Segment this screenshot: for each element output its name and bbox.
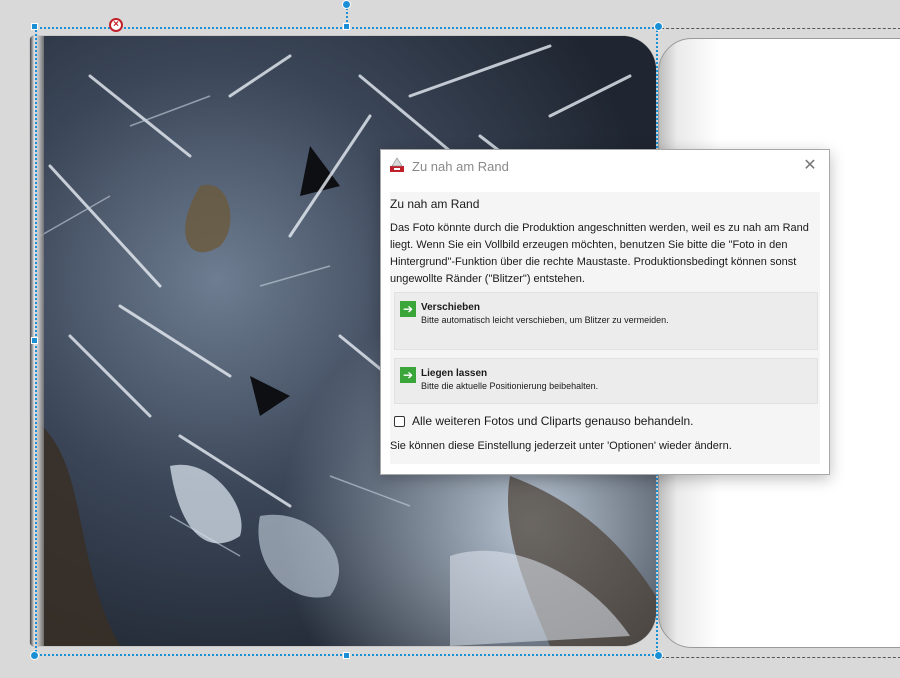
apply-all-label[interactable]: Alle weiteren Fotos und Cliparts genauso… <box>412 414 694 428</box>
apply-all-row[interactable]: Alle weiteren Fotos und Cliparts genauso… <box>394 414 694 428</box>
resize-handle-bottom-right[interactable] <box>654 651 663 660</box>
dialog-message: Das Foto könnte durch die Produktion ang… <box>390 222 809 285</box>
option-title: Liegen lassen <box>421 368 488 379</box>
delete-icon[interactable]: × <box>109 18 123 32</box>
option-title: Verschieben <box>421 302 480 313</box>
dialog-title: Zu nah am Rand <box>412 159 509 174</box>
close-icon[interactable]: ✕ <box>799 155 821 177</box>
footer-note: Sie können diese Einstellung jederzeit u… <box>390 440 732 452</box>
app-icon <box>390 157 404 172</box>
resize-handle-top[interactable] <box>343 23 350 30</box>
green-arrow-icon: ➔ <box>400 301 416 317</box>
option-verschieben[interactable]: ➔ Verschieben Bitte automatisch leicht v… <box>394 292 818 350</box>
resize-handle-bottom[interactable] <box>343 652 350 659</box>
option-liegen-lassen[interactable]: ➔ Liegen lassen Bitte die aktuelle Posit… <box>394 358 818 404</box>
resize-handle-top-left[interactable] <box>31 23 38 30</box>
resize-handle-top-right[interactable] <box>654 22 663 31</box>
apply-all-checkbox[interactable] <box>394 415 405 427</box>
resize-handle-bottom-left[interactable] <box>30 651 39 660</box>
rotate-handle[interactable] <box>342 0 351 9</box>
dialog-titlebar[interactable]: Zu nah am Rand ✕ <box>381 150 829 182</box>
dialog-heading: Zu nah am Rand <box>390 197 480 211</box>
warning-dialog: Zu nah am Rand ✕ Zu nah am Rand Das Foto… <box>380 149 830 475</box>
option-description: Bitte automatisch leicht verschieben, um… <box>421 315 669 325</box>
resize-handle-left[interactable] <box>31 337 38 344</box>
dialog-body: Zu nah am Rand Das Foto könnte durch die… <box>390 192 820 464</box>
option-description: Bitte die aktuelle Positionierung beibeh… <box>421 381 599 391</box>
green-arrow-icon: ➔ <box>400 367 416 383</box>
